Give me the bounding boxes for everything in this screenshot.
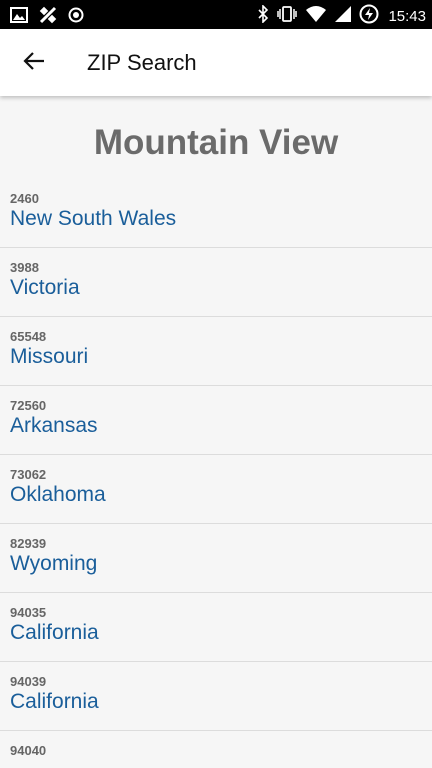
battery-icon [359,4,379,29]
list-item[interactable]: 3988 Victoria [0,248,432,317]
results-content[interactable]: Mountain View 2460 New South Wales 3988 … [0,96,432,768]
zip-results-list: 2460 New South Wales 3988 Victoria 65548… [0,179,432,768]
state-link[interactable]: New South Wales [10,207,176,231]
state-link[interactable]: Wyoming [10,552,97,576]
state-link[interactable]: Oklahoma [10,483,106,507]
list-item[interactable]: 94035 California [0,593,432,662]
list-item[interactable]: 65548 Missouri [0,317,432,386]
page-title: ZIP Search [87,50,197,75]
status-right: 15:43 [257,4,426,29]
list-item[interactable]: 82939 Wyoming [0,524,432,593]
zip-code: 65548 [10,329,47,344]
vibrate-icon [276,5,298,28]
image-icon [10,7,28,28]
list-item[interactable]: 73062 Oklahoma [0,455,432,524]
back-button[interactable] [14,43,54,83]
zip-code: 94035 [10,605,47,620]
app-bar: ZIP Search [0,29,432,96]
state-link[interactable]: Missouri [10,345,88,369]
zip-code: 3988 [10,260,39,275]
status-left [10,5,84,30]
wifi-icon [305,5,327,28]
bluetooth-icon [257,4,269,28]
zip-code: 2460 [10,191,39,206]
signal-icon [334,5,352,28]
zip-code: 82939 [10,536,47,551]
satellite-icon [38,5,58,30]
city-heading: Mountain View [93,123,339,162]
record-icon [68,7,84,28]
zip-code: 72560 [10,398,47,413]
zip-code: 94040 [10,743,47,758]
zip-code: 94039 [10,674,47,689]
list-item[interactable]: 72560 Arkansas [0,386,432,455]
state-link[interactable]: California [10,690,99,714]
list-item[interactable]: 94039 California [0,662,432,731]
state-link[interactable]: California [10,621,99,645]
arrow-left-icon [23,51,45,76]
zip-code: 73062 [10,467,47,482]
state-link[interactable]: Arkansas [10,414,98,438]
status-bar: 15:43 [0,0,432,29]
list-item[interactable]: 2460 New South Wales [0,179,432,248]
list-item[interactable]: 94040 [0,731,432,768]
status-time: 15:43 [388,8,426,25]
state-link[interactable]: Victoria [10,276,80,300]
